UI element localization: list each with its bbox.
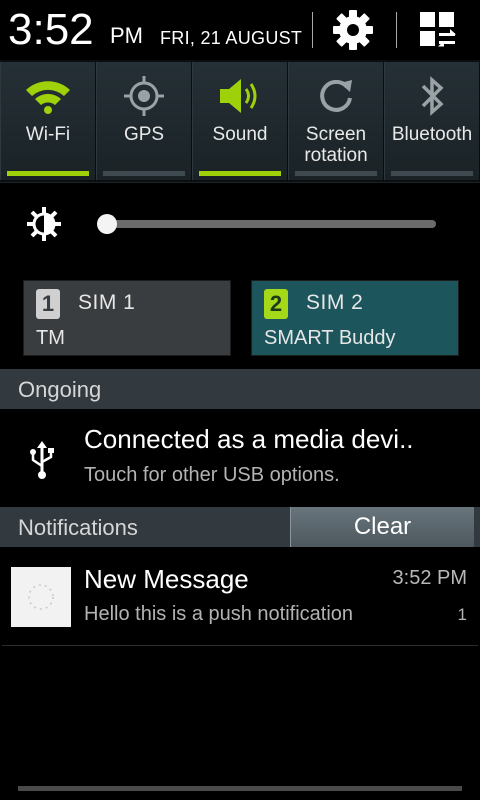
- gps-toggle[interactable]: GPS: [96, 62, 192, 180]
- edit-toggles-button[interactable]: [410, 6, 466, 54]
- section-title: Notifications: [18, 515, 138, 540]
- notification-title: New Message: [84, 564, 249, 594]
- sim1-card[interactable]: 1 SIM 1 TM: [23, 280, 231, 356]
- header-divider: [312, 12, 313, 48]
- rotation-icon: [320, 79, 352, 112]
- notification-title: Connected as a media devi..: [84, 424, 414, 454]
- sim1-carrier: TM: [36, 327, 65, 349]
- sound-toggle[interactable]: Sound: [192, 62, 288, 180]
- sim1-badge: 1: [36, 289, 60, 319]
- bluetooth-icon: [421, 76, 444, 116]
- ongoing-section-header: Ongoing: [0, 369, 480, 409]
- section-title: Ongoing: [18, 377, 102, 402]
- clock-ampm: PM: [110, 23, 143, 48]
- toggle-indicator: [103, 171, 185, 176]
- grid-edit-icon: [420, 12, 456, 47]
- sim2-card[interactable]: 2 SIM 2 SMART Buddy: [251, 280, 459, 356]
- bluetooth-toggle[interactable]: Bluetooth: [384, 62, 480, 180]
- toggle-indicator: [391, 171, 473, 176]
- toggle-indicator: [295, 171, 377, 176]
- quick-settings-panel: Wi-Fi GPS Sound Screen rotation Bluetoot…: [0, 60, 480, 183]
- sim1-name: SIM 1: [78, 291, 136, 314]
- sound-icon: [220, 79, 257, 113]
- header-divider: [396, 12, 397, 48]
- toggle-label: Screen rotation: [304, 124, 368, 166]
- clock-time: 3:52: [8, 5, 94, 54]
- usb-icon: [30, 441, 54, 479]
- sim2-badge: 2: [264, 289, 288, 319]
- app-icon: [11, 567, 71, 627]
- sim2-name: SIM 2: [306, 291, 364, 314]
- clear-button[interactable]: Clear: [290, 507, 474, 547]
- notification-count: 1: [457, 605, 467, 624]
- brightness-slider[interactable]: [104, 220, 436, 228]
- date-label: FRI, 21 AUGUST: [160, 28, 303, 48]
- divider: [2, 645, 478, 646]
- sim2-carrier: SMART Buddy: [264, 327, 396, 349]
- toggle-label: Bluetooth: [391, 124, 473, 145]
- panel-drag-handle[interactable]: [18, 786, 462, 791]
- brightness-icon: [27, 207, 61, 241]
- screen-rotation-toggle[interactable]: Screen rotation: [288, 62, 384, 180]
- notification-text: Hello this is a push notification: [84, 603, 354, 625]
- toggle-label: Sound: [212, 124, 268, 145]
- gps-icon: [124, 76, 164, 116]
- toggle-indicator: [7, 171, 89, 176]
- toggle-label: GPS: [123, 124, 165, 145]
- brightness-slider-thumb[interactable]: [97, 214, 117, 234]
- settings-button[interactable]: [325, 6, 381, 54]
- gear-icon: [333, 10, 373, 50]
- notification-subtitle: Touch for other USB options.: [84, 464, 340, 486]
- toggle-label: Wi-Fi: [25, 124, 71, 145]
- toggle-indicator: [199, 171, 281, 176]
- wifi-toggle[interactable]: Wi-Fi: [0, 62, 96, 180]
- status-header: 3:52 PM FRI, 21 AUGUST: [0, 0, 480, 60]
- wifi-icon: [26, 81, 70, 114]
- notification-time: 3:52 PM: [392, 567, 467, 589]
